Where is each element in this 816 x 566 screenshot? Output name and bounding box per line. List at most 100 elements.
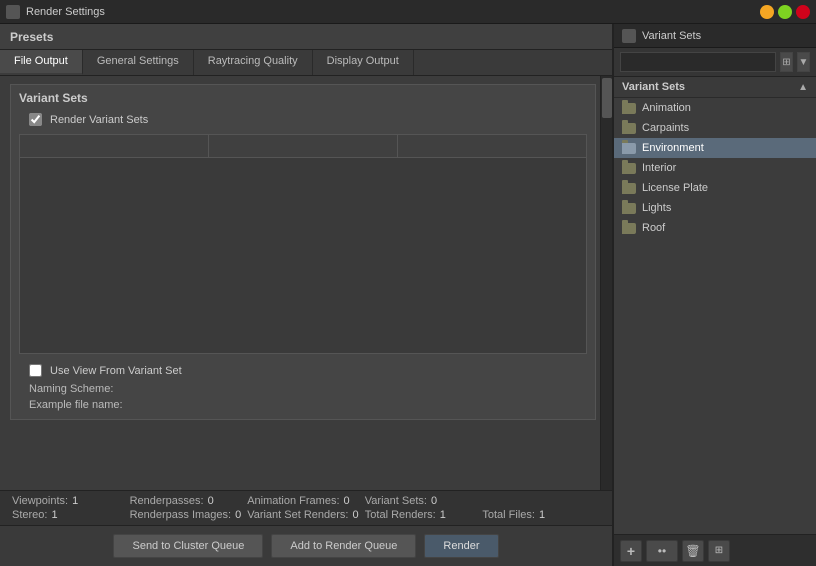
example-file-row: Example file name: [29, 399, 587, 411]
tree-expand-icon[interactable]: ▲ [798, 82, 808, 93]
folder-icon [622, 183, 636, 194]
viewpoints-label: Viewpoints: [12, 495, 68, 507]
renderpasses-value: 0 [208, 495, 214, 507]
right-panel: Variant Sets ⊞ ▼ Variant Sets ▲ Animatio… [614, 24, 816, 566]
viewpoints-value: 1 [72, 495, 78, 507]
tab-display-output[interactable]: Display Output [313, 50, 414, 75]
status-col-3: Animation Frames: 0 Variant Set Renders:… [247, 495, 365, 521]
folder-icon [622, 203, 636, 214]
maximize-button[interactable] [778, 5, 792, 19]
tree-header: Variant Sets ▲ [614, 77, 816, 98]
tab-raytracing-quality[interactable]: Raytracing Quality [194, 50, 313, 75]
folder-icon [622, 123, 636, 134]
tree-list[interactable]: Animation Carpaints Environment Interior… [614, 98, 816, 534]
scrollbar-thumb[interactable] [602, 78, 612, 118]
tabs-bar: File Output General Settings Raytracing … [0, 50, 612, 76]
presets-bar: Presets [0, 24, 612, 50]
render-button[interactable]: Render [424, 534, 498, 558]
variant-sets-section: Variant Sets Render Variant Sets [10, 84, 596, 420]
folder-icon [622, 223, 636, 234]
variant-table [19, 134, 587, 354]
tree-item-animation[interactable]: Animation [614, 98, 816, 118]
options-button[interactable]: •• [646, 540, 678, 562]
use-view-row: Use View From Variant Set [29, 364, 587, 377]
status-col-4: Variant Sets: 0 Total Renders: 1 [365, 495, 483, 521]
total-renders-value: 1 [440, 509, 446, 521]
minimize-button[interactable] [760, 5, 774, 19]
total-files-value: 1 [539, 509, 545, 521]
window-controls [760, 5, 810, 19]
right-bottom-bar: + •• 🗑 ⊞ [614, 534, 816, 566]
table-body [20, 158, 586, 353]
folder-icon [622, 103, 636, 114]
panel-title: Variant Sets [642, 30, 701, 42]
stereo-value: 1 [51, 509, 57, 521]
tab-file-output[interactable]: File Output [0, 50, 83, 75]
use-view-checkbox[interactable] [29, 364, 42, 377]
tree-header-label: Variant Sets [622, 81, 685, 93]
tree-item-lights[interactable]: Lights [614, 198, 816, 218]
section-title: Variant Sets [19, 91, 587, 105]
render-variant-sets-checkbox[interactable] [29, 113, 42, 126]
folder-icon [622, 163, 636, 174]
animation-value: 0 [344, 495, 350, 507]
renderpasses-label: Renderpasses: [130, 495, 204, 507]
delete-button[interactable]: 🗑 [682, 540, 704, 562]
tree-item-carpaints[interactable]: Carpaints [614, 118, 816, 138]
viewpoints-row: Viewpoints: 1 [12, 495, 130, 507]
app-icon [6, 5, 20, 19]
table-header [20, 135, 586, 158]
folder-icon [622, 143, 636, 154]
total-renders-label: Total Renders: [365, 509, 436, 521]
col-3 [398, 135, 586, 157]
naming-scheme-label: Naming Scheme: [29, 383, 139, 395]
export-button[interactable]: ⊞ [708, 540, 730, 562]
tree-item-environment[interactable]: Environment [614, 138, 816, 158]
tree-item-interior[interactable]: Interior [614, 158, 816, 178]
content-area: Variant Sets Render Variant Sets [0, 76, 612, 490]
tree-item-roof[interactable]: Roof [614, 218, 816, 238]
add-to-render-button[interactable]: Add to Render Queue [271, 534, 416, 558]
variant-sets-row: Variant Sets: 0 [365, 495, 483, 507]
right-title-bar: Variant Sets [614, 24, 816, 48]
status-col-2: Renderpasses: 0 Renderpass Images: 0 [130, 495, 248, 521]
renderpass-images-label: Renderpass Images: [130, 509, 232, 521]
add-item-button[interactable]: + [620, 540, 642, 562]
filter-icon[interactable]: ⊞ [780, 52, 793, 72]
status-col-5: Total Files: 1 [482, 495, 600, 521]
render-variant-sets-label: Render Variant Sets [50, 114, 148, 126]
example-file-label: Example file name: [29, 399, 139, 411]
status-col-1: Viewpoints: 1 Stereo: 1 [12, 495, 130, 521]
stereo-label: Stereo: [12, 509, 47, 521]
animation-label: Animation Frames: [247, 495, 339, 507]
renderpass-images-value: 0 [235, 509, 241, 521]
tree-item-license-plate[interactable]: License Plate [614, 178, 816, 198]
close-button[interactable] [796, 5, 810, 19]
naming-scheme-row: Naming Scheme: [29, 383, 587, 395]
search-bar: ⊞ ▼ [614, 48, 816, 77]
scroll-area[interactable]: Variant Sets Render Variant Sets [0, 76, 612, 490]
col-2 [209, 135, 398, 157]
sort-icon[interactable]: ▼ [797, 52, 810, 72]
stereo-row: Stereo: 1 [12, 509, 130, 521]
renderpasses-row: Renderpasses: 0 [130, 495, 248, 507]
total-files-label: Total Files: [482, 509, 535, 521]
search-input[interactable] [620, 52, 776, 72]
variant-sets-label: Variant Sets: [365, 495, 427, 507]
panel-icon [622, 29, 636, 43]
send-to-cluster-button[interactable]: Send to Cluster Queue [113, 534, 263, 558]
total-renders-row: Total Renders: 1 [365, 509, 483, 521]
presets-label: Presets [10, 30, 53, 44]
variant-set-renders-value: 0 [352, 509, 358, 521]
scrollbar-track[interactable] [600, 76, 612, 490]
variant-sets-value: 0 [431, 495, 437, 507]
use-view-label: Use View From Variant Set [50, 365, 182, 377]
button-bar: Send to Cluster Queue Add to Render Queu… [0, 525, 612, 566]
total-files-row: Total Files: 1 [482, 509, 600, 521]
tab-general-settings[interactable]: General Settings [83, 50, 194, 75]
main-layout: Presets File Output General Settings Ray… [0, 24, 816, 566]
title-bar: Render Settings [0, 0, 816, 24]
col-1 [20, 135, 209, 157]
renderpass-images-row: Renderpass Images: 0 [130, 509, 248, 521]
left-panel: Presets File Output General Settings Ray… [0, 24, 614, 566]
